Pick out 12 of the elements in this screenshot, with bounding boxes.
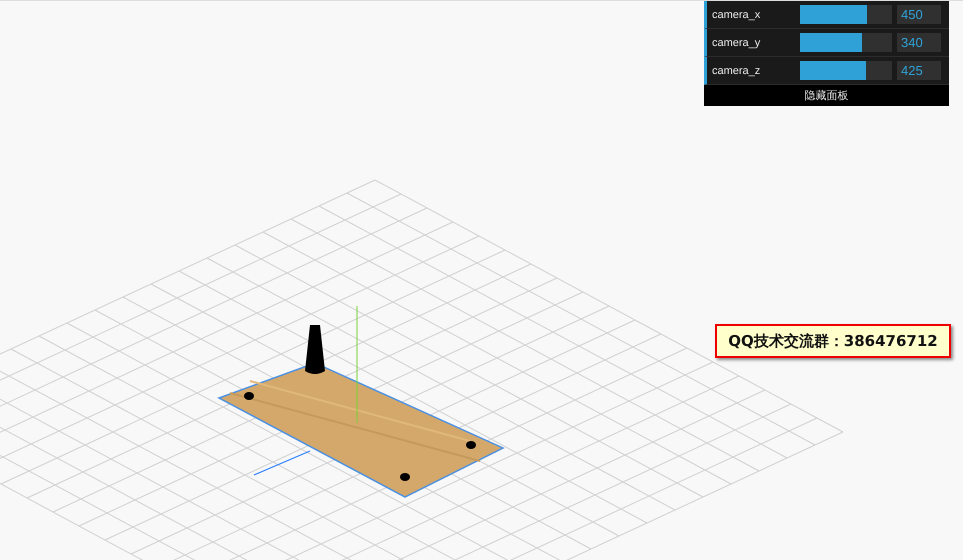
slider-track[interactable] bbox=[800, 5, 892, 24]
number-field[interactable]: 450 bbox=[897, 5, 941, 24]
slider-track[interactable] bbox=[800, 33, 892, 52]
hide-panel-button[interactable]: 隐藏面板 bbox=[704, 85, 949, 106]
info-box: QQ技术交流群：386476712 bbox=[715, 324, 951, 358]
slider-track[interactable] bbox=[800, 61, 892, 80]
axis-line bbox=[254, 450, 310, 476]
number-field[interactable]: 425 bbox=[897, 61, 941, 80]
control-label: camera_y bbox=[712, 36, 762, 48]
control-label: camera_z bbox=[712, 64, 762, 76]
number-field[interactable]: 340 bbox=[897, 33, 941, 52]
control-label: camera_x bbox=[712, 8, 762, 20]
